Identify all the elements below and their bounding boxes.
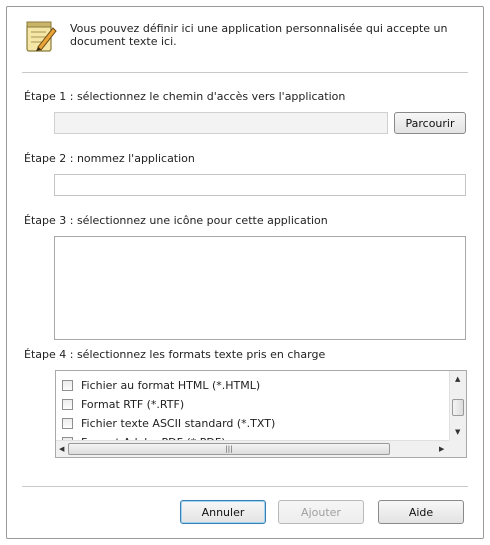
- step2-label: Étape 2 : nommez l'application: [24, 152, 195, 165]
- intro-line-2: document texte ici.: [70, 35, 177, 48]
- intro-text: Vous pouvez définir ici une application …: [70, 22, 470, 48]
- grip-icon: |||: [225, 445, 233, 453]
- step3-label: Étape 3 : sélectionnez une icône pour ce…: [24, 214, 328, 227]
- formats-list[interactable]: Fichier au format HTML (*.HTML) Format R…: [55, 370, 467, 458]
- format-checkbox[interactable]: [62, 398, 73, 410]
- icon-selection-box[interactable]: [54, 236, 466, 340]
- scroll-left-icon[interactable]: ◀: [59, 445, 64, 453]
- step4-label: Étape 4 : sélectionnez les formats texte…: [24, 348, 326, 361]
- app-path-field[interactable]: [54, 112, 388, 134]
- format-item-rtf[interactable]: Format RTF (*.RTF): [62, 395, 184, 413]
- add-button[interactable]: Ajouter: [278, 500, 364, 524]
- help-button[interactable]: Aide: [378, 500, 464, 524]
- format-label: Format RTF (*.RTF): [81, 397, 185, 411]
- scroll-up-icon[interactable]: ▲: [455, 375, 460, 383]
- format-label: Fichier texte ASCII standard (*.TXT): [81, 416, 276, 430]
- scrollbar-corner: [449, 440, 466, 457]
- app-name-field[interactable]: [54, 174, 466, 196]
- step1-label: Étape 1 : sélectionnez le chemin d'accès…: [24, 90, 346, 103]
- scroll-down-icon[interactable]: ▼: [455, 428, 460, 436]
- horizontal-scroll-thumb[interactable]: |||: [68, 443, 390, 455]
- separator-top: [22, 72, 468, 73]
- separator-bottom: [22, 486, 468, 487]
- horizontal-scrollbar[interactable]: ◀ ||| ▶: [56, 440, 450, 457]
- format-item-txt[interactable]: Fichier texte ASCII standard (*.TXT): [62, 414, 275, 432]
- browse-button[interactable]: Parcourir: [394, 112, 466, 134]
- format-checkbox[interactable]: [62, 379, 73, 391]
- format-item-html[interactable]: Fichier au format HTML (*.HTML): [62, 376, 260, 394]
- intro-line-1: Vous pouvez définir ici une application …: [70, 22, 448, 35]
- notepad-pencil-icon: [26, 21, 57, 52]
- vertical-scrollbar[interactable]: ▲ ▼: [449, 371, 466, 441]
- cancel-button[interactable]: Annuler: [180, 500, 266, 524]
- scroll-right-icon[interactable]: ▶: [439, 445, 444, 453]
- vertical-scroll-thumb[interactable]: [452, 399, 464, 416]
- format-label: Fichier au format HTML (*.HTML): [81, 378, 261, 392]
- format-checkbox[interactable]: [62, 417, 73, 429]
